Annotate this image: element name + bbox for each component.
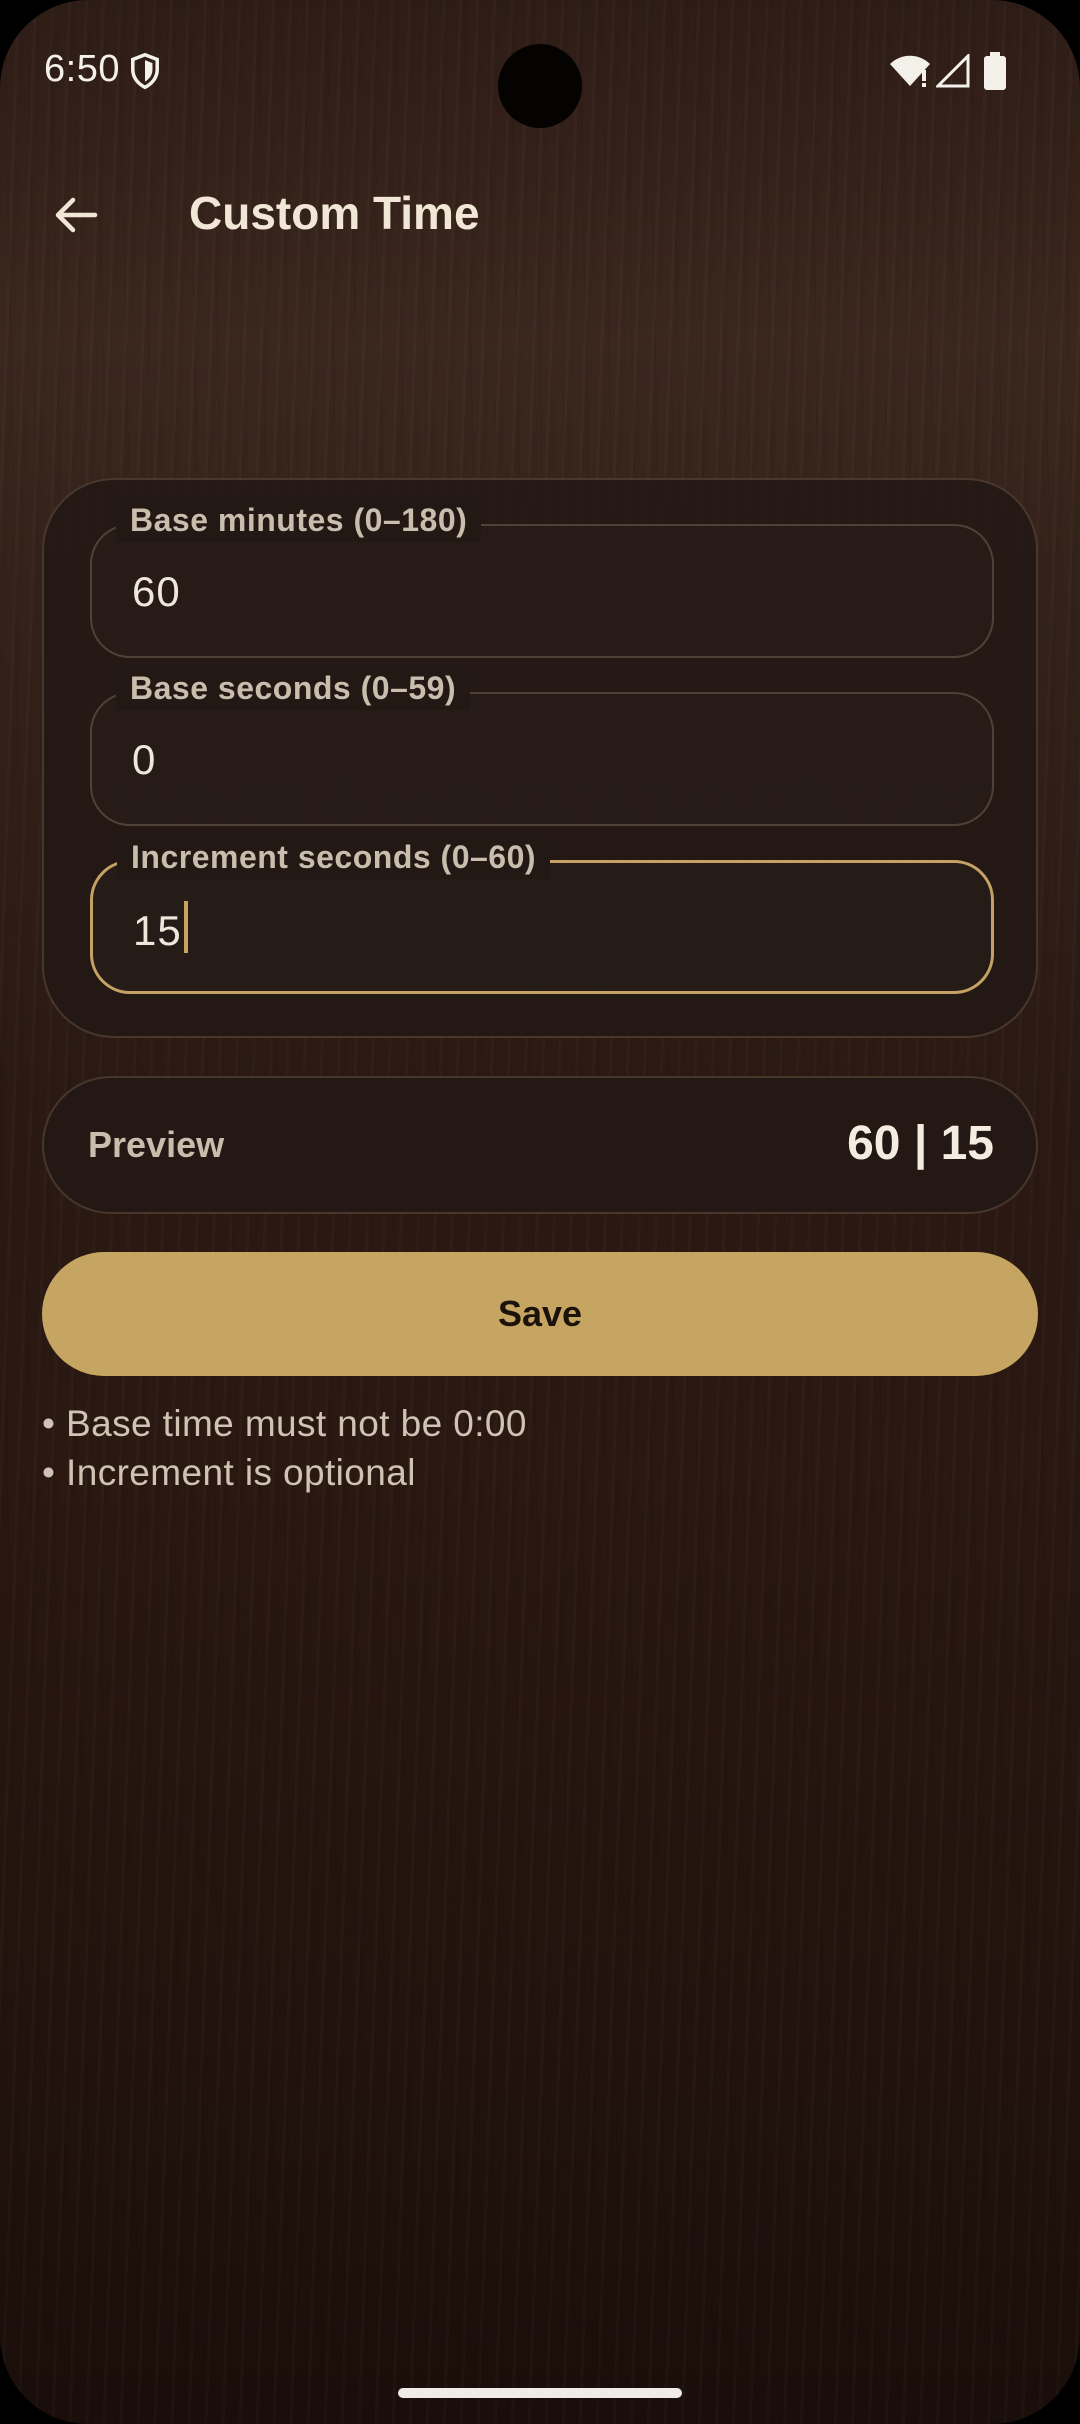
base-seconds-field[interactable]: Base seconds (0–59) 0 [90,666,994,826]
preview-value: 60 | 15 [847,1117,994,1170]
increment-seconds-input[interactable]: 15 [133,907,182,954]
page-title: Custom Time [189,187,480,239]
base-seconds-label: Base seconds (0–59) [116,666,471,710]
status-bar: 6:50 [0,0,1080,140]
preview-label: Preview [88,1124,225,1165]
wifi-icon [890,55,930,87]
status-time: 6:50 [44,48,120,90]
base-minutes-label: Base minutes (0–180) [116,498,482,542]
shield-icon [131,52,159,90]
base-minutes-input[interactable]: 60 [132,564,181,620]
text-cursor [183,901,188,953]
increment-seconds-label: Increment seconds (0–60) [117,835,551,879]
signal-icon [936,54,970,88]
camera-cutout [498,44,582,128]
base-seconds-input[interactable]: 0 [132,732,156,788]
increment-seconds-field[interactable]: Increment seconds (0–60) 15 [90,835,994,994]
save-button[interactable]: Save [42,1252,1038,1376]
screen: 6:50 Custom Time Base minutes (0–180) 60 [0,0,1080,2424]
base-minutes-field[interactable]: Base minutes (0–180) 60 [90,498,994,658]
battery-icon [984,52,1006,90]
preview-card: Preview 60 | 15 [42,1076,1038,1214]
note-base-time: • Base time must not be 0:00 [42,1403,527,1444]
home-indicator[interactable] [398,2388,682,2398]
notes: • Base time must not be 0:00 • Increment… [42,1400,1038,1498]
back-button[interactable] [40,180,110,250]
time-form-card: Base minutes (0–180) 60 Base seconds (0–… [42,478,1038,1038]
arrow-left-icon [55,197,98,233]
note-increment: • Increment is optional [42,1452,416,1493]
increment-seconds-input-wrap[interactable]: 15 [133,901,188,959]
